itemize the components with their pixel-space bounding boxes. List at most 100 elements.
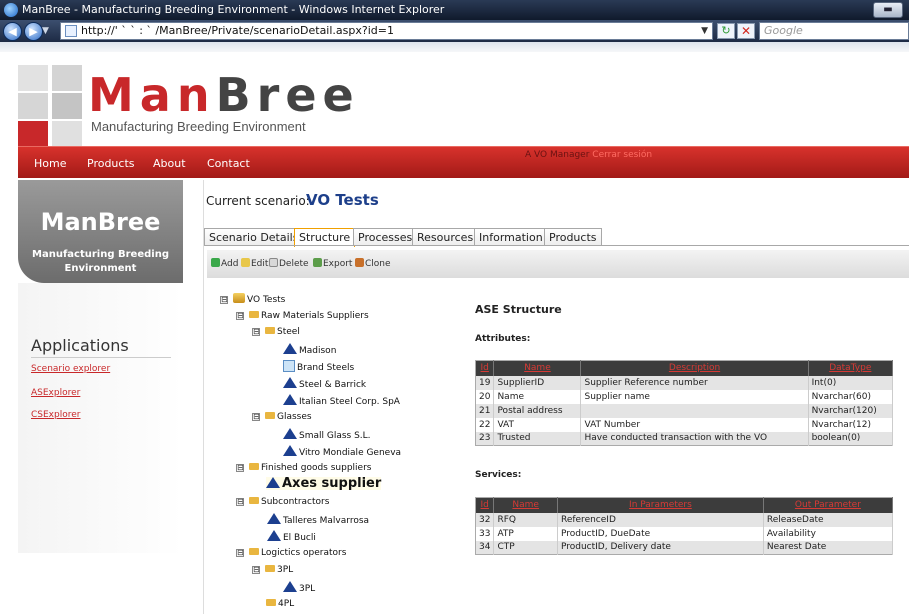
- column-header[interactable]: Description: [580, 360, 809, 376]
- add-button[interactable]: Add: [211, 258, 238, 269]
- logout-link[interactable]: Cerrar sesión: [592, 150, 652, 160]
- delete-button[interactable]: Delete: [269, 258, 309, 269]
- tab-underline: [204, 245, 909, 246]
- tree-node[interactable]: ⊟ Raw Materials Suppliers: [236, 310, 369, 322]
- column-header[interactable]: In Parameters: [557, 497, 764, 513]
- table-header-row: Id Name In Parameters Out Parameter: [475, 497, 894, 513]
- search-input[interactable]: Google: [759, 22, 909, 40]
- services-table: Id Name In Parameters Out Parameter 32 RF…: [475, 497, 894, 555]
- brand-logo: ManBree: [88, 68, 360, 122]
- app-link-scenario-explorer[interactable]: Scenario explorer: [31, 364, 110, 374]
- tab-resources[interactable]: Resources: [412, 228, 479, 246]
- tree-node[interactable]: Small Glass S.L.: [283, 428, 371, 442]
- tree-node[interactable]: Madison: [283, 343, 336, 357]
- column-header[interactable]: DataType: [808, 360, 894, 376]
- tree-node[interactable]: El Bucli: [267, 530, 316, 544]
- tree-node[interactable]: Steel & Barrick: [283, 377, 366, 391]
- table-row[interactable]: 19 SupplierID Supplier Reference number Int…: [475, 375, 894, 390]
- app-link-csexplorer[interactable]: CSExplorer: [31, 410, 80, 420]
- url-dropdown-icon[interactable]: ▼: [701, 23, 708, 39]
- column-header[interactable]: Name: [493, 497, 558, 513]
- clone-button[interactable]: Clone: [355, 258, 391, 269]
- table-header-row: Id Name Description DataType: [475, 360, 894, 376]
- logo-squares: [18, 65, 84, 147]
- tab-processes[interactable]: Processes: [353, 228, 418, 246]
- tab-information[interactable]: Information: [474, 228, 548, 246]
- tab-scenario-details[interactable]: Scenario Details: [204, 228, 304, 246]
- clone-icon: [355, 258, 364, 267]
- url-field[interactable]: http://' ` ` : ` /ManBree/Private/scenar…: [60, 22, 713, 40]
- window-titlebar: ManBree - Manufacturing Breeding Environ…: [0, 0, 909, 20]
- tab-products[interactable]: Products: [544, 228, 602, 246]
- tree-node-selected[interactable]: Axes supplier: [266, 477, 382, 490]
- nav-contact[interactable]: Contact: [207, 157, 250, 170]
- supplier-icon: [267, 513, 281, 524]
- table-row[interactable]: 23 Trusted Have conducted transaction with…: [475, 431, 894, 446]
- tree-node[interactable]: 3PL: [283, 581, 315, 595]
- delete-icon: [269, 258, 278, 267]
- column-header[interactable]: Id: [475, 497, 495, 513]
- folder-icon: [249, 548, 259, 555]
- sidebar-banner: ManBree Manufacturing Breeding Environme…: [18, 180, 183, 283]
- current-scenario-label: Current scenario:: [206, 194, 310, 208]
- folder-icon: [249, 463, 259, 470]
- column-header[interactable]: Out Parameter: [763, 497, 894, 513]
- external-supplier-icon: [283, 360, 295, 372]
- attributes-table: Id Name Description DataType 19 SupplierI…: [475, 360, 894, 446]
- folder-icon: [266, 599, 276, 606]
- forward-arrow-icon[interactable]: ▶: [24, 22, 43, 41]
- tree-node[interactable]: ⊟ Finished goods suppliers: [236, 462, 371, 474]
- tree-node[interactable]: 4PL: [266, 598, 294, 610]
- tree-node[interactable]: Italian Steel Corp. SpA: [283, 394, 400, 408]
- table-row[interactable]: 33 ATP ProductID, DueDate Availability: [475, 526, 894, 541]
- folder-icon: [265, 327, 275, 334]
- tree-node[interactable]: Brand Steels: [283, 360, 354, 374]
- edit-button[interactable]: Edit: [241, 258, 268, 269]
- minimize-button[interactable]: ▬: [873, 2, 903, 18]
- column-header[interactable]: Name: [493, 360, 582, 376]
- page-icon: [65, 25, 77, 37]
- column-header[interactable]: Id: [475, 360, 495, 376]
- tree-node[interactable]: ⊟ 3PL: [252, 564, 293, 576]
- tree-node[interactable]: ⊟ Logictics operators: [236, 547, 346, 559]
- brand-tagline: Manufacturing Breeding Environment: [91, 119, 306, 134]
- supplier-icon: [283, 445, 297, 456]
- folder-icon: [249, 497, 259, 504]
- tree-node[interactable]: ⊟ VO Tests: [220, 293, 285, 306]
- table-row[interactable]: 20 Name Supplier name Nvarchar(60): [475, 389, 894, 404]
- tree-node[interactable]: ⊟ Steel: [252, 326, 300, 338]
- root-node-icon: [233, 293, 245, 303]
- table-row[interactable]: 34 CTP ProductID, Delivery date Nearest Dat…: [475, 540, 894, 555]
- tree-node[interactable]: Vitro Mondiale Geneva: [283, 445, 401, 459]
- tree-node[interactable]: ⊟ Glasses: [252, 411, 312, 423]
- applications-heading: Applications: [31, 336, 129, 355]
- window-title: ManBree - Manufacturing Breeding Environ…: [22, 3, 445, 16]
- history-dropdown-icon[interactable]: ▼: [42, 26, 49, 36]
- structure-toolbar: Add Edit Delete Export Clone: [207, 250, 909, 278]
- user-info: A VO Manager Cerrar sesión: [525, 150, 652, 160]
- back-arrow-icon[interactable]: ◀: [3, 22, 22, 41]
- ie-logo-icon: [4, 3, 18, 17]
- user-role: A VO Manager: [525, 150, 590, 160]
- table-row[interactable]: 21 Postal address Nvarchar(120): [475, 403, 894, 418]
- chrome-divider: [0, 42, 909, 52]
- table-row[interactable]: 22 VAT VAT Number Nvarchar(12): [475, 417, 894, 432]
- folder-icon: [265, 565, 275, 572]
- divider: [31, 357, 171, 358]
- export-button[interactable]: Export: [313, 258, 352, 269]
- supplier-icon: [283, 377, 297, 388]
- supplier-icon: [283, 394, 297, 405]
- supplier-icon: [283, 343, 297, 354]
- table-row[interactable]: 32 RFQ ReferenceID ReleaseDate: [475, 512, 894, 527]
- address-bar: ◀ ▶ ▼ http://' ` ` : ` /ManBree/Private/…: [0, 20, 909, 42]
- nav-about[interactable]: About: [153, 157, 186, 170]
- tree-node[interactable]: Talleres Malvarrosa: [267, 513, 369, 527]
- supplier-icon: [266, 477, 280, 488]
- refresh-icon[interactable]: ↻: [717, 23, 735, 39]
- tree-node[interactable]: ⊟ Subcontractors: [236, 496, 329, 508]
- stop-icon[interactable]: ✕: [737, 23, 755, 39]
- nav-home[interactable]: Home: [34, 157, 66, 170]
- app-link-asexplorer[interactable]: ASExplorer: [31, 388, 80, 398]
- folder-icon: [249, 311, 259, 318]
- nav-products[interactable]: Products: [87, 157, 135, 170]
